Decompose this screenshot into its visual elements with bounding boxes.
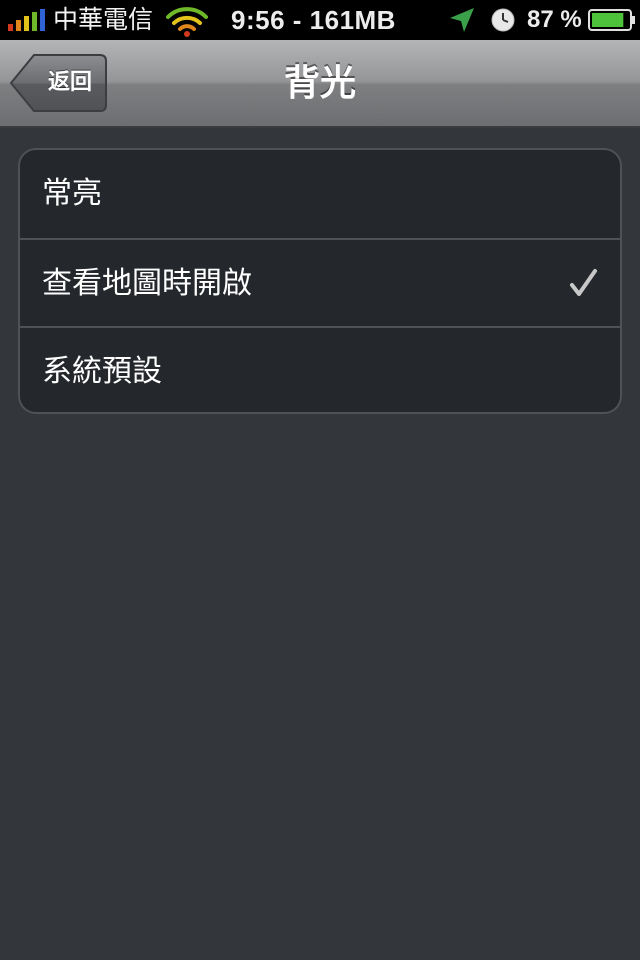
carrier-name: 中華電信 [53, 5, 154, 34]
navigation-bar: 返回 背光 [0, 40, 640, 128]
page-title: 背光 [283, 63, 356, 104]
option-always-on[interactable]: 常亮 [20, 150, 620, 238]
backlight-option-list: 常亮 查看地圖時開啟 系統預設 [18, 148, 622, 414]
option-label: 系統預設 [42, 354, 162, 389]
signal-icon [8, 9, 45, 31]
status-bar: 中華電信 9:56 - 161MB 87 % [0, 0, 640, 40]
battery-icon [588, 9, 635, 31]
battery-percent: 87 % [527, 6, 582, 33]
status-time: 9:56 - 161MB [231, 5, 396, 35]
wifi-icon [166, 7, 208, 37]
alarm-clock-icon [491, 8, 515, 32]
option-label: 常亮 [42, 176, 102, 211]
location-arrow-icon [450, 8, 474, 32]
checkmark-icon [570, 269, 597, 296]
option-system-default[interactable]: 系統預設 [20, 326, 620, 412]
option-label: 查看地圖時開啟 [42, 266, 252, 301]
option-on-when-viewing-map[interactable]: 查看地圖時開啟 [20, 238, 620, 326]
